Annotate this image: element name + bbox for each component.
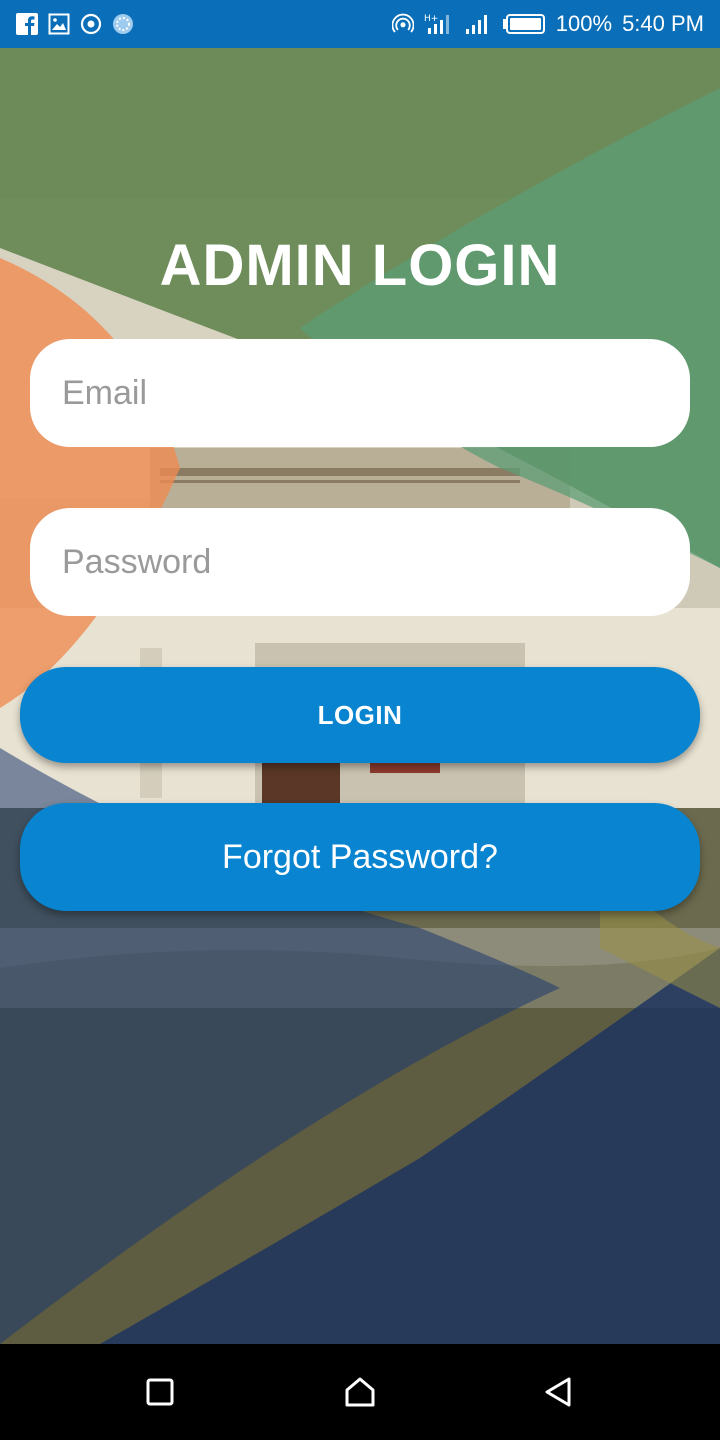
facebook-icon (16, 13, 38, 35)
login-button[interactable]: LOGIN (20, 667, 700, 763)
email-input[interactable] (60, 372, 690, 414)
email-field[interactable] (30, 339, 690, 447)
navigation-bar (0, 1344, 720, 1440)
password-input[interactable] (60, 541, 690, 583)
battery-icon (502, 13, 546, 35)
forgot-password-button[interactable]: Forgot Password? (20, 803, 700, 911)
page-title: ADMIN LOGIN (159, 233, 561, 298)
svg-text:H+: H+ (424, 14, 438, 24)
clock: 5:40 PM (622, 11, 704, 36)
hotspot-icon (391, 13, 414, 35)
back-icon[interactable] (538, 1374, 578, 1410)
gallery-icon (48, 13, 70, 35)
loading-icon (112, 13, 134, 35)
home-icon[interactable] (340, 1374, 380, 1410)
recent-apps-icon[interactable] (140, 1374, 180, 1410)
signal-icon (464, 13, 492, 35)
status-bar: H+ 100% 5:40 PM (0, 0, 720, 48)
battery-percent: 100% (555, 11, 613, 36)
signal-h-icon: H+ (424, 13, 454, 35)
target-icon (80, 13, 102, 35)
forgot-password-label: Forgot Password? (222, 837, 498, 876)
login-button-label: LOGIN (317, 699, 403, 730)
password-field[interactable] (30, 508, 690, 616)
